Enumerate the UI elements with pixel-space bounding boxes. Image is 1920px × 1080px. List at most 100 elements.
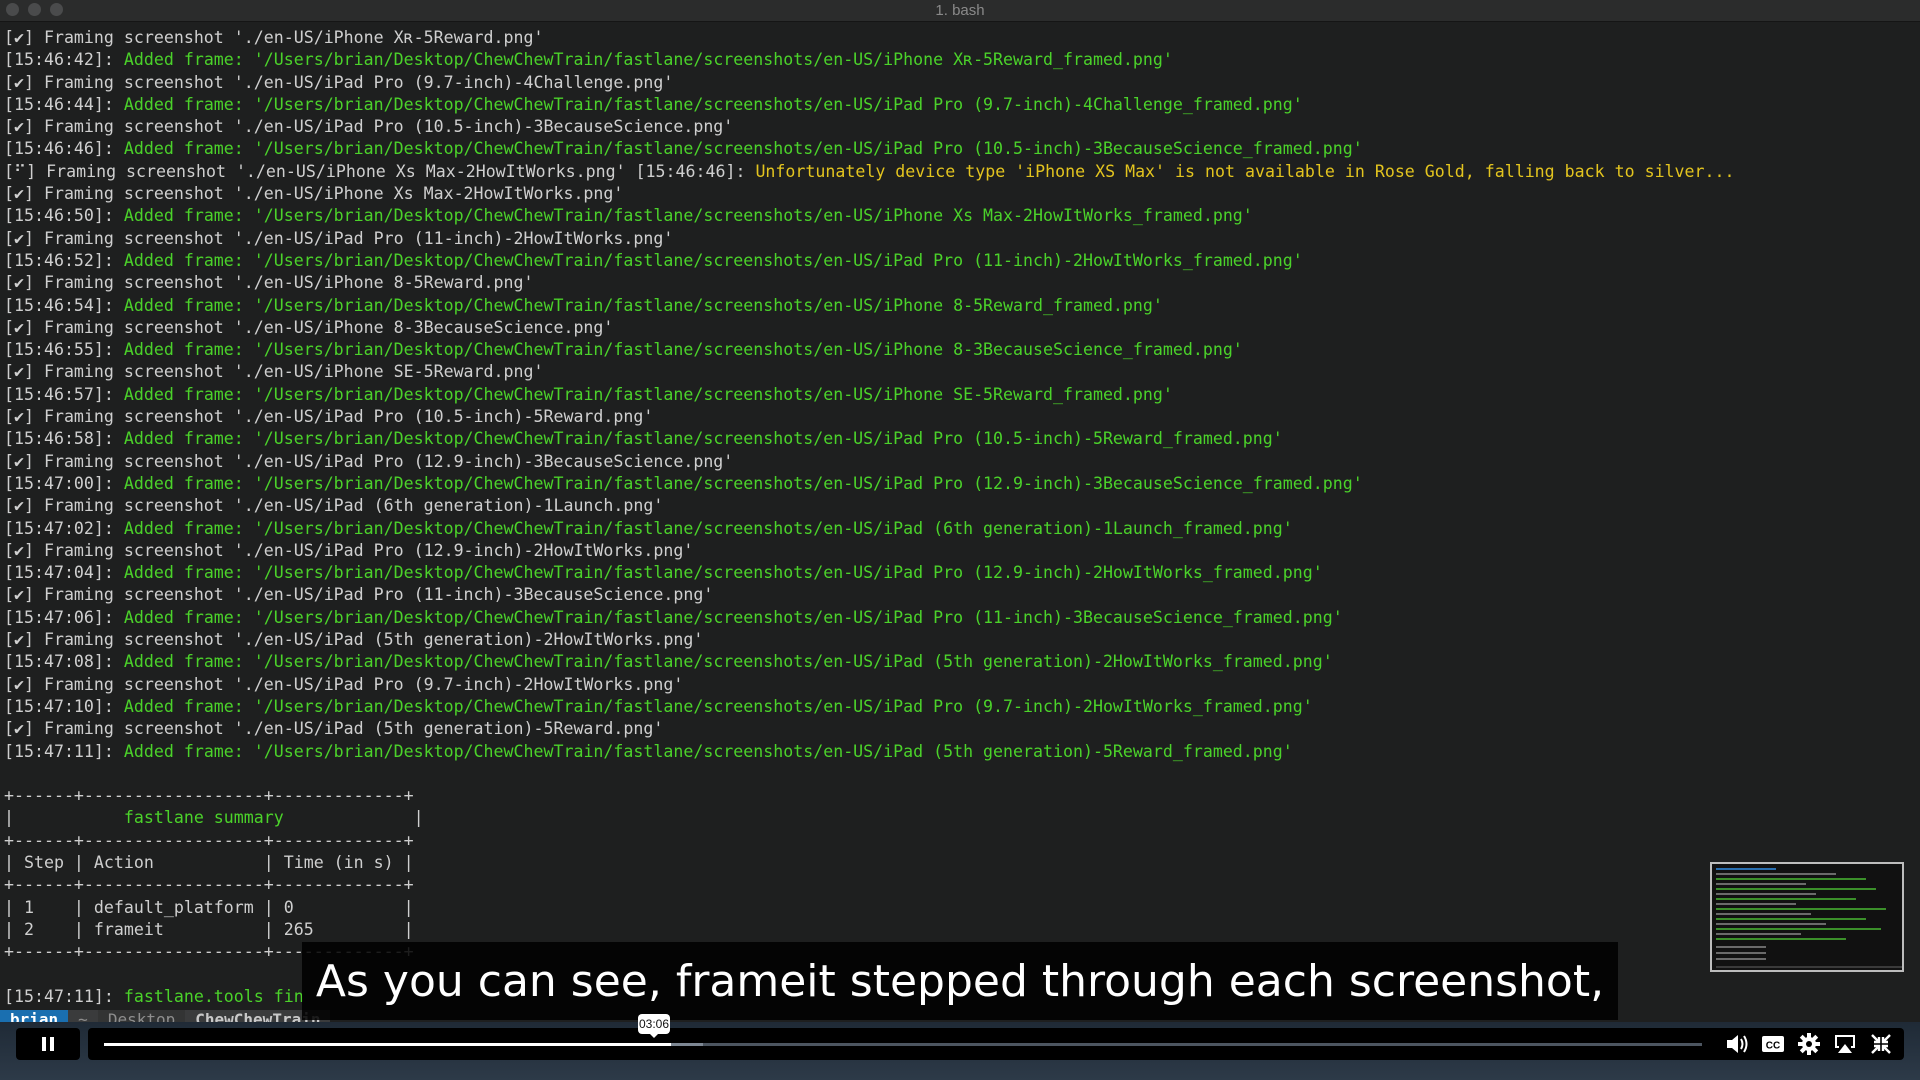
fastlane-summary-table: +------+------------------+-------------… bbox=[4, 785, 1914, 963]
terminal-text-segment: [15:47:11]: bbox=[4, 741, 124, 761]
terminal-line: [15:46:46]: Added frame: '/Users/brian/D… bbox=[4, 138, 1914, 160]
terminal-line: [✔] Framing screenshot './en-US/iPad Pro… bbox=[4, 406, 1914, 428]
terminal-text-segment: [15:47:08]: bbox=[4, 652, 124, 672]
pause-icon bbox=[42, 1037, 54, 1051]
terminal-text-segment: Added frame: '/Users/brian/Desktop/ChewC… bbox=[123, 518, 1293, 538]
volume-icon bbox=[1727, 1035, 1748, 1053]
terminal-text-segment: [15:46:46]: bbox=[4, 139, 124, 159]
terminal-text-segment: +------+------------------+-------------… bbox=[4, 830, 414, 850]
terminal-line: [✔] Framing screenshot './en-US/iPad (5t… bbox=[4, 629, 1914, 651]
terminal-line: | 1 | default_platform | 0 | bbox=[4, 897, 1914, 919]
video-subtitle: As you can see, frameit stepped through … bbox=[302, 942, 1618, 1020]
terminal-line: [15:47:06]: Added frame: '/Users/brian/D… bbox=[4, 607, 1914, 629]
terminal-line: | 2 | frameit | 265 | bbox=[4, 919, 1914, 941]
terminal-line: +------+------------------+-------------… bbox=[4, 785, 1914, 807]
captions-icon: CC bbox=[1762, 1036, 1784, 1052]
terminal-line: [15:47:02]: Added frame: '/Users/brian/D… bbox=[4, 518, 1914, 540]
terminal-text-segment: Added frame: '/Users/brian/Desktop/ChewC… bbox=[123, 607, 1343, 627]
terminal-text-segment: [15:47:06]: bbox=[4, 607, 124, 627]
terminal-line: +------+------------------+-------------… bbox=[4, 830, 1914, 852]
terminal-text-segment: fastlane summary bbox=[123, 808, 284, 828]
terminal-text-segment: [✔] Framing screenshot './en-US/iPad Pro… bbox=[4, 674, 684, 694]
exit-fullscreen-button[interactable] bbox=[1868, 1032, 1894, 1056]
svg-text:CC: CC bbox=[1766, 1041, 1780, 1052]
terminal-line: [✔] Framing screenshot './en-US/iPad Pro… bbox=[4, 72, 1914, 94]
terminal-text-segment: Added frame: '/Users/brian/Desktop/ChewC… bbox=[123, 429, 1283, 449]
terminal-text-segment: Added frame: '/Users/brian/Desktop/ChewC… bbox=[123, 295, 1163, 315]
video-player-controls: CC bbox=[0, 1022, 1920, 1080]
terminal-line: [15:47:00]: Added frame: '/Users/brian/D… bbox=[4, 473, 1914, 495]
airplay-button[interactable] bbox=[1832, 1032, 1858, 1056]
terminal-text-segment: [15:46:44]: bbox=[4, 94, 124, 114]
terminal-line: | fastlane summary | bbox=[4, 807, 1914, 829]
terminal-line: [✔] Framing screenshot './en-US/iPad Pro… bbox=[4, 451, 1914, 473]
exit-fullscreen-icon bbox=[1871, 1034, 1891, 1054]
terminal-text-segment: [15:47:02]: bbox=[4, 518, 124, 538]
pause-button[interactable] bbox=[16, 1028, 80, 1060]
terminal-text-segment: fastlane.tools fin bbox=[123, 986, 304, 1006]
terminal-text-segment: [✔] Framing screenshot './en-US/iPhone X… bbox=[4, 184, 624, 204]
terminal-text-segment: [✔] Framing screenshot './en-US/iPad Pro… bbox=[4, 585, 714, 605]
terminal-line: [15:47:11]: Added frame: '/Users/brian/D… bbox=[4, 741, 1914, 763]
terminal-text-segment: [15:46:57]: bbox=[4, 384, 124, 404]
volume-button[interactable] bbox=[1724, 1032, 1750, 1056]
terminal-text-segment: [15:46:52]: bbox=[4, 250, 124, 270]
terminal-line: [15:47:08]: Added frame: '/Users/brian/D… bbox=[4, 651, 1914, 673]
progress-bar[interactable] bbox=[104, 1043, 1702, 1046]
video-preview-thumbnail bbox=[1710, 862, 1904, 972]
terminal-line: [15:46:55]: Added frame: '/Users/brian/D… bbox=[4, 339, 1914, 361]
terminal-line: [✔] Framing screenshot './en-US/iPhone X… bbox=[4, 27, 1914, 49]
terminal-line: [15:46:42]: Added frame: '/Users/brian/D… bbox=[4, 49, 1914, 71]
terminal-text-segment: Added frame: '/Users/brian/Desktop/ChewC… bbox=[123, 652, 1333, 672]
terminal-text-segment: [✔] Framing screenshot './en-US/iPhone X… bbox=[4, 28, 544, 47]
terminal-text-segment: [15:46:55]: bbox=[4, 340, 124, 360]
log-lines: [✔] Framing screenshot './en-US/iPhone X… bbox=[4, 27, 1914, 763]
terminal-line: [15:46:57]: Added frame: '/Users/brian/D… bbox=[4, 384, 1914, 406]
terminal-text-segment: Unfortunately device type 'iPhone XS Max… bbox=[755, 161, 1735, 181]
terminal-text-segment: +------+------------------+-------------… bbox=[4, 786, 414, 806]
terminal-text-segment: [15:47:11]: bbox=[4, 986, 124, 1006]
settings-button[interactable] bbox=[1796, 1032, 1822, 1056]
terminal-text-segment: [✔] Framing screenshot './en-US/iPad (5t… bbox=[4, 719, 664, 739]
captions-button[interactable]: CC bbox=[1760, 1032, 1786, 1056]
terminal-text-segment: [15:47:04]: bbox=[4, 563, 124, 583]
terminal-text-segment: [✔] Framing screenshot './en-US/iPad Pro… bbox=[4, 117, 734, 137]
terminal-line: +------+------------------+-------------… bbox=[4, 874, 1914, 896]
time-tooltip: 03:06 bbox=[638, 1014, 670, 1038]
terminal-text-segment: | Step | Action | Time (in s) | bbox=[4, 852, 414, 872]
terminal-text-segment: [✔] Framing screenshot './en-US/iPad Pro… bbox=[4, 228, 674, 248]
terminal-line: [✔] Framing screenshot './en-US/iPad Pro… bbox=[4, 674, 1914, 696]
subtitle-text: As you can see, frameit stepped through … bbox=[315, 955, 1605, 1007]
terminal-output: [✔] Framing screenshot './en-US/iPhone X… bbox=[4, 27, 1914, 1017]
terminal-line: | Step | Action | Time (in s) | bbox=[4, 852, 1914, 874]
terminal-text-segment: Added frame: '/Users/brian/Desktop/ChewC… bbox=[123, 741, 1293, 761]
terminal-text-segment: [✔] Framing screenshot './en-US/iPad Pro… bbox=[4, 72, 674, 92]
terminal-text-segment: +------+------------------+-------------… bbox=[4, 875, 414, 895]
terminal-text-segment: Added frame: '/Users/brian/Desktop/ChewC… bbox=[123, 384, 1173, 404]
terminal-text-segment: [✔] Framing screenshot './en-US/iPad Pro… bbox=[4, 451, 734, 471]
terminal-text-segment: [15:46:54]: bbox=[4, 295, 124, 315]
terminal-text-segment: [✔] Framing screenshot './en-US/iPhone 8… bbox=[4, 273, 534, 293]
terminal-text-segment: | 2 | frameit | 265 | bbox=[4, 919, 414, 939]
terminal-text-segment: [✔] Framing screenshot './en-US/iPad Pro… bbox=[4, 407, 654, 427]
terminal-text-segment: | bbox=[4, 808, 124, 828]
terminal-line: [✔] Framing screenshot './en-US/iPhone 8… bbox=[4, 317, 1914, 339]
played-fill bbox=[104, 1043, 671, 1046]
airplay-icon bbox=[1835, 1035, 1855, 1053]
terminal-line: [✔] Framing screenshot './en-US/iPad Pro… bbox=[4, 116, 1914, 138]
terminal-line: [✔] Framing screenshot './en-US/iPhone 8… bbox=[4, 272, 1914, 294]
progress-panel: CC bbox=[88, 1028, 1904, 1060]
terminal-text-segment: [15:47:00]: bbox=[4, 473, 124, 493]
terminal-text-segment: Added frame: '/Users/brian/Desktop/ChewC… bbox=[123, 563, 1323, 583]
terminal-text-segment: [✔] Framing screenshot './en-US/iPad (6t… bbox=[4, 496, 664, 516]
terminal-line: [15:46:54]: Added frame: '/Users/brian/D… bbox=[4, 295, 1914, 317]
terminal-line: [✔] Framing screenshot './en-US/iPad Pro… bbox=[4, 540, 1914, 562]
terminal-text-segment: [15:47:10]: bbox=[4, 696, 124, 716]
terminal-text-segment: Added frame: '/Users/brian/Desktop/ChewC… bbox=[123, 340, 1243, 360]
terminal-text-segment: Added frame: '/Users/brian/Desktop/ChewC… bbox=[123, 696, 1313, 716]
terminal-text-segment: [✔] Framing screenshot './en-US/iPad (5t… bbox=[4, 630, 704, 650]
terminal-line: [15:47:10]: Added frame: '/Users/brian/D… bbox=[4, 696, 1914, 718]
terminal-text-segment: Added frame: '/Users/brian/Desktop/ChewC… bbox=[123, 473, 1363, 493]
terminal-text-segment: Added frame: '/Users/brian/Desktop/ChewC… bbox=[123, 94, 1303, 114]
